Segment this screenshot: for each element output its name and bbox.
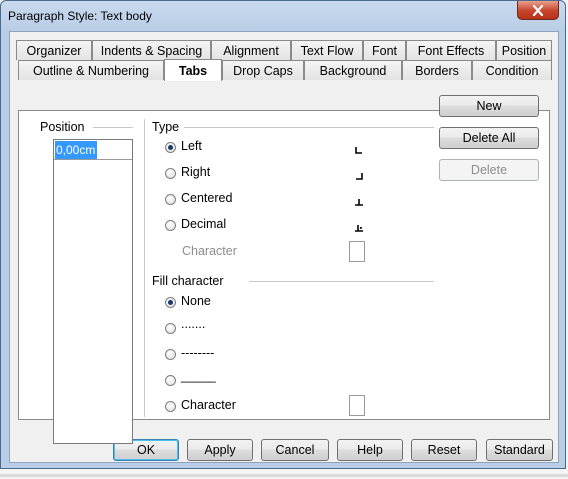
radio-fill-dots[interactable] — [165, 323, 176, 334]
window-title: Paragraph Style: Text body — [8, 9, 152, 23]
tab-decimal-icon — [355, 225, 363, 232]
title-bar[interactable]: Paragraph Style: Text body — [1, 1, 565, 31]
tab-drop-caps[interactable]: Drop Caps — [222, 60, 304, 80]
fill-dashes-label: -------- — [181, 346, 215, 360]
tab-organizer[interactable]: Organizer — [16, 40, 92, 60]
reset-button[interactable]: Reset — [411, 439, 477, 461]
apply-button[interactable]: Apply — [187, 439, 253, 461]
close-icon — [532, 4, 544, 16]
dialog-client-area: Organizer Indents & Spacing Alignment Te… — [9, 31, 559, 463]
tab-font-effects[interactable]: Font Effects — [406, 40, 496, 60]
fill-none-label: None — [181, 294, 211, 308]
tab-indents-spacing[interactable]: Indents & Spacing — [92, 40, 211, 60]
radio-type-centered[interactable] — [165, 194, 176, 205]
position-input[interactable]: 0,00cm — [56, 143, 95, 157]
tab-outline-numbering[interactable]: Outline & Numbering — [18, 60, 164, 80]
tab-left-icon — [355, 147, 362, 154]
position-label: Position — [40, 120, 85, 134]
fill-underscore-label: _____ — [181, 369, 216, 383]
new-button[interactable]: New — [439, 95, 539, 117]
tab-borders[interactable]: Borders — [402, 60, 472, 80]
radio-fill-dashes[interactable] — [165, 349, 176, 360]
tab-font[interactable]: Font — [363, 40, 406, 60]
type-character-input — [349, 241, 365, 262]
tab-right-icon — [356, 173, 363, 180]
type-centered-label: Centered — [181, 191, 233, 205]
type-left-label: Left — [181, 139, 202, 153]
tab-condition[interactable]: Condition — [472, 60, 552, 80]
tab-background[interactable]: Background — [304, 60, 402, 80]
radio-type-decimal[interactable] — [165, 220, 176, 231]
delete-button[interactable]: Delete — [439, 159, 539, 181]
type-right-label: Right — [181, 165, 211, 179]
radio-fill-underscore[interactable] — [165, 375, 176, 386]
type-decimal-label: Decimal — [181, 217, 227, 231]
standard-button[interactable]: Standard — [486, 439, 553, 461]
radio-type-left[interactable] — [165, 142, 176, 153]
fill-character-input[interactable] — [349, 395, 365, 416]
radio-fill-none[interactable] — [165, 297, 176, 308]
cancel-button[interactable]: Cancel — [261, 439, 329, 461]
fill-dots-label: ....... — [181, 317, 206, 331]
radio-fill-character[interactable] — [165, 401, 176, 412]
tab-center-icon — [355, 199, 363, 206]
close-button[interactable] — [517, 1, 559, 20]
section-divider — [144, 119, 145, 417]
type-label: Type — [152, 120, 180, 134]
tab-alignment[interactable]: Alignment — [211, 40, 291, 60]
fill-character-label: Fill character — [152, 274, 224, 288]
dialog-window: Paragraph Style: Text body Organizer Ind… — [0, 0, 566, 469]
delete-all-button[interactable]: Delete All — [439, 127, 539, 149]
help-button[interactable]: Help — [337, 439, 403, 461]
type-character-label: Character — [182, 244, 237, 258]
radio-type-right[interactable] — [165, 168, 176, 179]
tab-tabs[interactable]: Tabs — [164, 59, 222, 81]
tab-text-flow[interactable]: Text Flow — [291, 40, 363, 60]
position-list[interactable]: 0,00cm — [53, 139, 133, 444]
tab-position[interactable]: Position — [496, 40, 552, 60]
fill-character-option-label: Character — [181, 398, 236, 412]
tabs-panel: Position 0,00cm Type Left Right Centered… — [18, 110, 550, 444]
